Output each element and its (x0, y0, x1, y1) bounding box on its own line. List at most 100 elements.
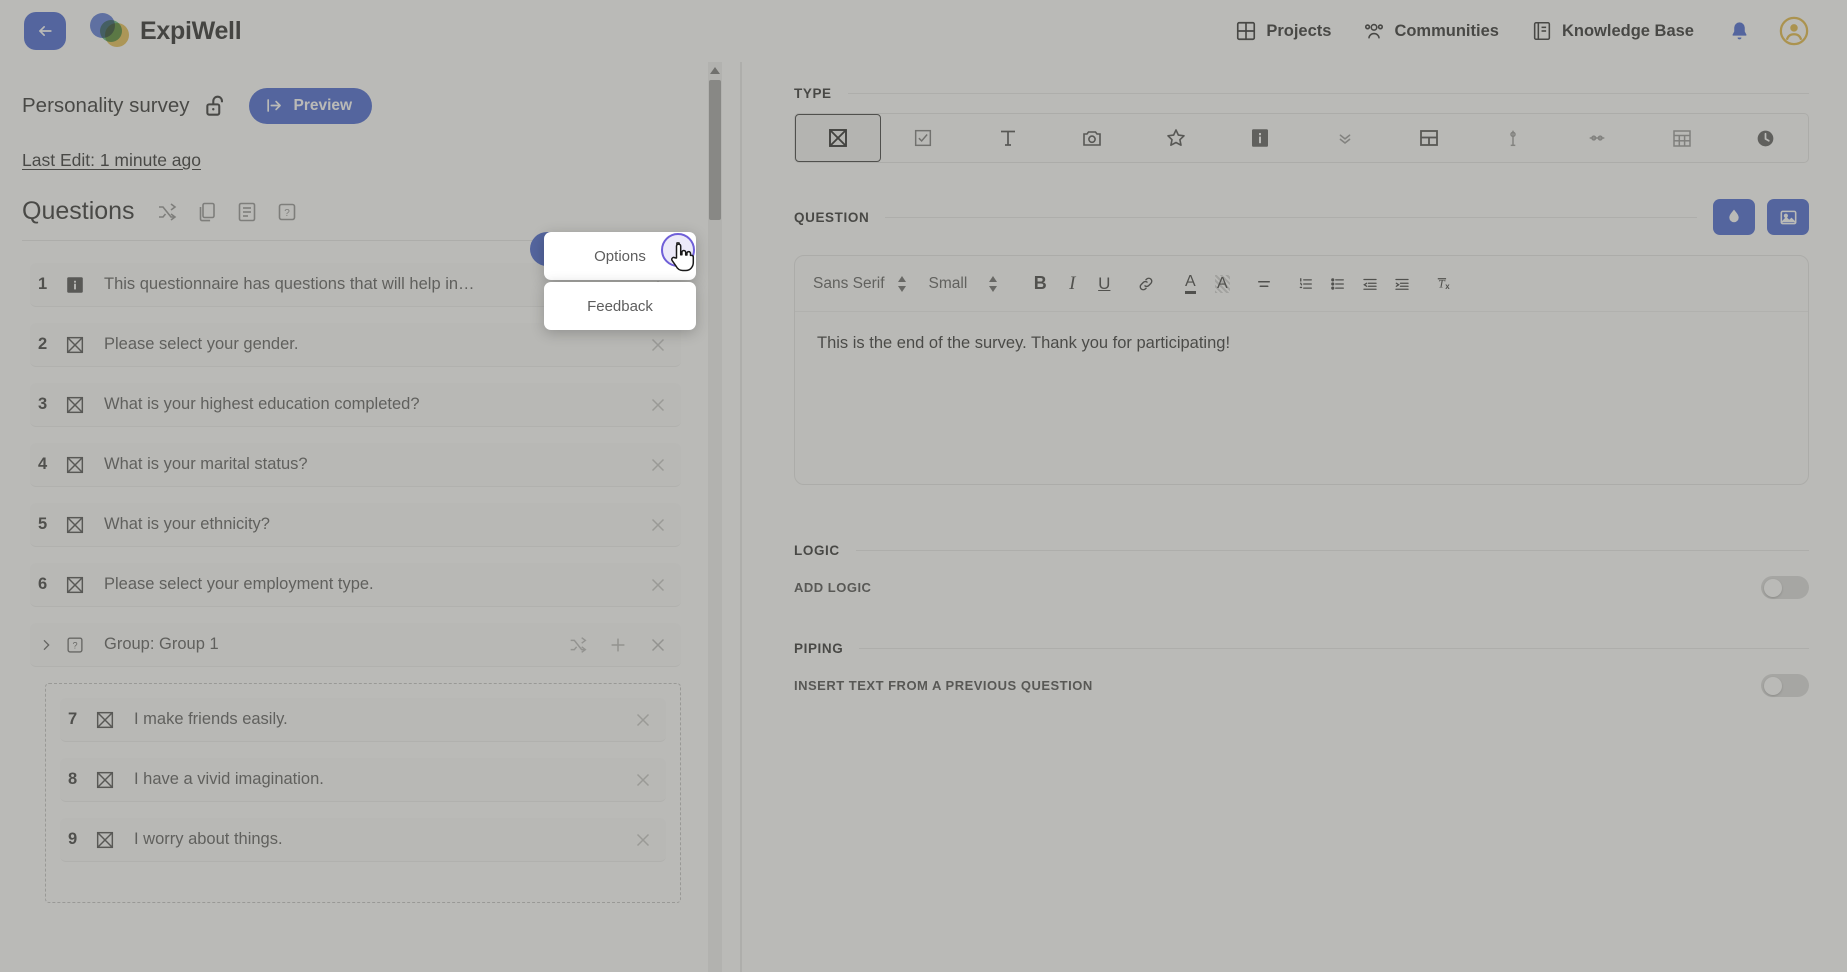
preview-label: Preview (293, 96, 353, 114)
single-select-icon (66, 396, 84, 413)
question-text: I have a vivid imagination. (134, 770, 324, 788)
scroll-up-arrow-icon[interactable] (710, 64, 720, 74)
close-icon[interactable] (647, 634, 669, 656)
type-option-single-select[interactable] (795, 114, 882, 162)
font-size-select[interactable]: Small (929, 275, 968, 293)
bullet-list-icon (1331, 277, 1345, 290)
close-icon[interactable] (632, 829, 654, 851)
highlight-color-button[interactable]: A (1206, 268, 1238, 300)
notifications-button[interactable] (1710, 14, 1769, 49)
question-text: I worry about things. (134, 830, 283, 848)
italic-button[interactable]: I (1056, 268, 1088, 300)
bullet-list-button[interactable] (1322, 268, 1354, 300)
question-row-6[interactable]: 6 Please select your employment type. (30, 563, 681, 607)
question-section-label: QUESTION (794, 209, 870, 225)
close-icon[interactable] (632, 709, 654, 731)
bold-button[interactable]: B (1024, 268, 1056, 300)
insert-image-button[interactable] (1767, 199, 1809, 235)
indent-button[interactable] (1386, 268, 1418, 300)
plus-icon[interactable] (607, 634, 629, 656)
question-number: 7 (68, 710, 78, 728)
shuffle-icon[interactable] (567, 634, 589, 656)
survey-title: Personality survey (22, 94, 190, 117)
scrollbar-thumb[interactable] (709, 80, 721, 220)
outdent-icon (1363, 278, 1377, 290)
type-option-info[interactable] (1218, 114, 1302, 162)
question-row-5[interactable]: 5 What is your ethnicity? (30, 503, 681, 547)
section-rule (855, 550, 1809, 551)
last-edit-link[interactable]: Last Edit: 1 minute ago (22, 150, 201, 171)
matrix-grid-icon (1419, 130, 1438, 146)
text-color-button[interactable]: A (1174, 268, 1206, 300)
question-text: What is your marital status? (104, 455, 308, 473)
chevron-right-icon[interactable] (38, 637, 54, 653)
duplicate-icon[interactable] (195, 200, 219, 224)
piping-toggle[interactable] (1761, 674, 1809, 697)
font-family-select[interactable]: Sans Serif (813, 274, 907, 294)
preview-button[interactable]: Preview (249, 88, 373, 124)
clear-format-button[interactable]: T x (1428, 268, 1460, 300)
unlocked-padlock-icon[interactable] (203, 93, 229, 119)
question-text-editor[interactable]: This is the end of the survey. Thank you… (795, 312, 1808, 484)
svg-text:x: x (1445, 282, 1450, 291)
type-option-photo[interactable] (1050, 114, 1134, 162)
calendar-grid-icon (1672, 130, 1691, 147)
nav-item-projects[interactable]: Projects (1219, 14, 1347, 48)
group-header-row[interactable]: ? Group: Group 1 (30, 623, 681, 667)
type-option-dropdown[interactable] (1303, 114, 1387, 162)
add-logic-label: ADD LOGIC (794, 580, 872, 595)
type-option-time[interactable] (1724, 114, 1808, 162)
type-option-matrix[interactable] (1387, 114, 1471, 162)
add-logic-toggle[interactable] (1761, 576, 1809, 599)
menu-item-feedback[interactable]: Feedback (544, 282, 696, 330)
question-row-4[interactable]: 4 What is your marital status? (30, 443, 681, 487)
close-icon[interactable] (632, 769, 654, 791)
link-button[interactable] (1130, 268, 1162, 300)
notes-icon[interactable] (235, 200, 259, 224)
type-option-text[interactable] (966, 114, 1050, 162)
question-number: 5 (38, 515, 48, 533)
single-select-icon (96, 831, 114, 848)
back-button[interactable] (24, 12, 66, 50)
type-option-horizontal-slider[interactable] (1555, 114, 1639, 162)
question-row-9[interactable]: 9 I worry about things. (60, 818, 666, 862)
type-option-vertical-slider[interactable] (1471, 114, 1555, 162)
questions-scrollbar[interactable] (708, 62, 722, 972)
close-icon[interactable] (647, 454, 669, 476)
ordered-list-button[interactable] (1290, 268, 1322, 300)
piping-row: INSERT TEXT FROM A PREVIOUS QUESTION (794, 656, 1809, 697)
piping-section-label: PIPING (794, 641, 844, 656)
nav-label-projects: Projects (1266, 21, 1332, 40)
close-icon[interactable] (647, 334, 669, 356)
outdent-button[interactable] (1354, 268, 1386, 300)
close-icon[interactable] (647, 394, 669, 416)
questions-scroll-area: Personality survey Preview Last Edit: 1 … (0, 62, 703, 972)
underline-button[interactable]: U (1088, 268, 1120, 300)
font-size-stepper-icon[interactable] (989, 274, 998, 294)
question-row-8[interactable]: 8 I have a vivid imagination. (60, 758, 666, 802)
align-button[interactable] (1248, 268, 1280, 300)
close-icon[interactable] (647, 514, 669, 536)
horizontal-slider-icon (1590, 135, 1605, 141)
question-row-3[interactable]: 3 What is your highest education complet… (30, 383, 681, 427)
panel-divider (740, 62, 742, 972)
nav-item-knowledge-base[interactable]: Knowledge Base (1515, 14, 1710, 48)
question-number: 2 (38, 335, 48, 353)
dropdown-panel-feedback: Feedback (544, 282, 696, 330)
question-number: 4 (38, 455, 48, 473)
type-option-checkbox[interactable] (881, 114, 965, 162)
help-icon[interactable]: ? (275, 200, 299, 224)
add-logic-row: ADD LOGIC (794, 558, 1809, 599)
user-avatar-button[interactable] (1769, 10, 1823, 52)
top-nav-items: Projects Communities Knowledge Base (1219, 10, 1847, 52)
align-icon (1258, 280, 1271, 287)
type-option-rating[interactable] (1134, 114, 1218, 162)
type-option-calendar[interactable] (1640, 114, 1724, 162)
close-icon[interactable] (647, 574, 669, 596)
user-avatar-icon (1779, 16, 1809, 46)
ink-color-button[interactable] (1713, 199, 1755, 235)
three-dots-menu-button[interactable] (661, 233, 695, 267)
nav-item-communities[interactable]: Communities (1347, 14, 1515, 48)
shuffle-icon[interactable] (155, 200, 179, 224)
question-row-7[interactable]: 7 I make friends easily. (60, 698, 666, 742)
